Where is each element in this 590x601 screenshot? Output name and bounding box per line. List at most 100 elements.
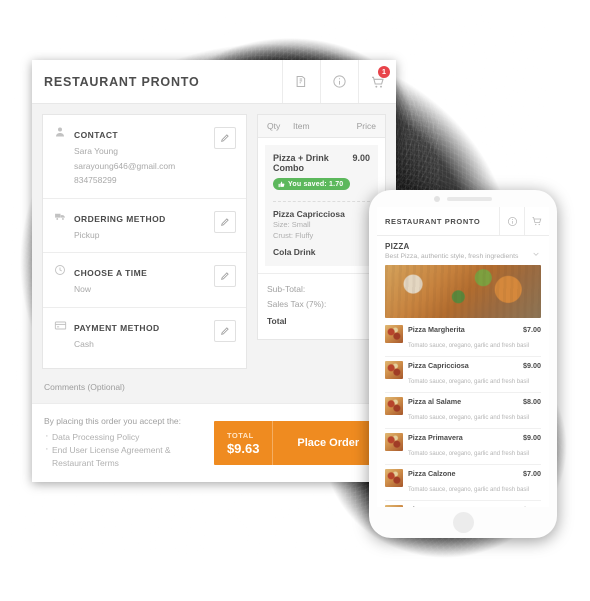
terms-link-eula[interactable]: End User License Agreement & Restaurant … bbox=[44, 443, 214, 470]
pizza-thumbnail bbox=[385, 469, 403, 487]
menu-item-price: $7.00 bbox=[523, 325, 541, 334]
category-title: PIZZA bbox=[385, 242, 410, 251]
menu-item-price: $8.00 bbox=[523, 397, 541, 406]
combo-price: 9.00 bbox=[352, 153, 370, 163]
order-total-label: TOTAL bbox=[226, 430, 254, 440]
cart-badge: 1 bbox=[378, 66, 390, 78]
category-hero-image bbox=[385, 265, 541, 318]
speaker-grille bbox=[447, 196, 492, 201]
edit-time-button[interactable] bbox=[214, 265, 236, 287]
menu-item-name: Pizza Pronto bbox=[408, 505, 451, 507]
desktop-header: RESTAURANT PRONTO 1 bbox=[32, 60, 396, 104]
place-order-button[interactable]: TOTAL $9.63 Place Order bbox=[213, 421, 384, 465]
list-item[interactable]: Pizza Margherita $7.00 Tomato sauce, ore… bbox=[385, 321, 541, 357]
info-title: CONTACT bbox=[74, 130, 119, 140]
phone-screen: RESTAURANT PRONTO PIZZA Best Pizza, auth… bbox=[377, 207, 549, 507]
column-header-item: Item bbox=[293, 121, 310, 131]
info-icon[interactable] bbox=[499, 207, 524, 235]
pizza-thumbnail bbox=[385, 325, 403, 343]
combo-sub-item-option: Crust: Fluffy bbox=[273, 230, 314, 240]
phone-top-bezel bbox=[369, 190, 557, 207]
info-line: Sara Young bbox=[74, 146, 118, 156]
info-line: Cash bbox=[74, 338, 94, 349]
info-title: ORDERING METHOD bbox=[74, 213, 166, 224]
menu-item-price: $7.00 bbox=[523, 469, 541, 478]
tax-row: Sales Tax (7%): bbox=[267, 297, 376, 312]
menu-item-description: Tomato sauce, oregano, garlic and fresh … bbox=[408, 415, 530, 421]
desktop-footer: By placing this order you accept the: Da… bbox=[32, 403, 396, 482]
column-header-price: Price bbox=[356, 121, 376, 131]
subtotal-row: Sub-Total: bbox=[267, 282, 376, 297]
list-item[interactable]: Pizza Primavera $9.00 Tomato sauce, oreg… bbox=[385, 429, 541, 465]
order-item-combo: Pizza + Drink Combo 9.00 You saved: 1.70… bbox=[265, 145, 378, 266]
menu-item-description: Tomato sauce, oregano, garlic and fresh … bbox=[408, 343, 530, 349]
phone-mockup: RESTAURANT PRONTO PIZZA Best Pizza, auth… bbox=[369, 190, 557, 538]
info-line: Pickup bbox=[74, 229, 100, 240]
phone-bottom-bezel bbox=[369, 507, 557, 538]
combo-sub-item-name: Pizza Capricciosa bbox=[273, 208, 345, 219]
pizza-thumbnail bbox=[385, 361, 403, 379]
order-items: Pizza + Drink Combo 9.00 You saved: 1.70… bbox=[258, 138, 385, 273]
comments-field[interactable]: Comments (Optional) bbox=[42, 369, 247, 392]
list-item[interactable]: Pizza Capricciosa $9.00 Tomato sauce, or… bbox=[385, 357, 541, 393]
terms-list: Data Processing Policy End User License … bbox=[44, 430, 214, 470]
order-total-block: TOTAL $9.63 bbox=[214, 421, 273, 465]
cart-icon[interactable] bbox=[524, 207, 549, 235]
phone-category-header[interactable]: PIZZA Best Pizza, authentic style, fresh… bbox=[377, 236, 549, 265]
phone-header: RESTAURANT PRONTO bbox=[377, 207, 549, 236]
pizza-thumbnail bbox=[385, 505, 403, 507]
menu-book-icon[interactable] bbox=[282, 60, 320, 103]
pizza-thumbnail bbox=[385, 397, 403, 415]
list-item[interactable]: Pizza Calzone $7.00 Tomato sauce, oregan… bbox=[385, 465, 541, 501]
terms-block: By placing this order you accept the: Da… bbox=[44, 416, 214, 470]
truck-icon bbox=[52, 210, 68, 223]
info-line: sarayoung646@gmail.com bbox=[74, 160, 176, 171]
menu-item-name: Pizza Primavera bbox=[408, 433, 463, 442]
savings-badge: You saved: 1.70 bbox=[273, 178, 351, 190]
place-order-label: Place Order bbox=[297, 437, 360, 449]
phone-restaurant-name: RESTAURANT PRONTO bbox=[385, 216, 481, 226]
credit-card-icon bbox=[52, 319, 68, 332]
phone-menu-list: Pizza Margherita $7.00 Tomato sauce, ore… bbox=[377, 318, 549, 507]
info-title: CHOOSE A TIME bbox=[74, 268, 148, 278]
info-section-choose-a-time[interactable]: CHOOSE A TIME Now bbox=[43, 253, 246, 308]
menu-item-name: Pizza Calzone bbox=[408, 469, 456, 478]
menu-item-price: $9.00 bbox=[523, 361, 541, 370]
terms-link-data-processing[interactable]: Data Processing Policy bbox=[44, 430, 214, 444]
combo-sub-item-name: Cola Drink bbox=[273, 246, 316, 257]
grand-total-label: Total bbox=[267, 315, 287, 326]
menu-item-description: Tomato sauce, oregano, garlic and fresh … bbox=[408, 451, 530, 457]
menu-item-description: Tomato sauce, oregano, garlic and fresh … bbox=[408, 379, 530, 385]
column-header-qty: Qty bbox=[267, 121, 281, 131]
list-item[interactable]: Pizza Pronto $7.00 Tomato sauce, oregano… bbox=[385, 501, 541, 507]
order-totals: Sub-Total: Sales Tax (7%): Total bbox=[258, 272, 385, 339]
combo-sub-item-option: Size: Small bbox=[273, 219, 311, 229]
grand-total-row: Total bbox=[267, 314, 376, 329]
edit-ordering-method-button[interactable] bbox=[214, 210, 236, 233]
cart-icon[interactable]: 1 bbox=[358, 60, 396, 103]
order-total-value: $9.63 bbox=[226, 440, 260, 456]
combo-name: Pizza + Drink Combo bbox=[273, 153, 329, 173]
desktop-body: CONTACT Sara Young sarayoung646@gmail.co… bbox=[32, 104, 396, 392]
thumbs-up-icon bbox=[278, 181, 285, 187]
info-section-contact[interactable]: CONTACT Sara Young sarayoung646@gmail.co… bbox=[43, 115, 246, 199]
clock-icon bbox=[52, 264, 68, 276]
subtotal-label: Sub-Total: bbox=[267, 283, 306, 294]
info-line: Now bbox=[74, 284, 92, 294]
menu-item-name: Pizza Margherita bbox=[408, 325, 465, 334]
menu-item-name: Pizza Capricciosa bbox=[408, 361, 469, 370]
order-table-header: Qty Item Price bbox=[258, 115, 385, 138]
info-section-payment-method[interactable]: PAYMENT METHOD Cash bbox=[43, 308, 246, 369]
info-icon[interactable] bbox=[320, 60, 358, 103]
edit-payment-button[interactable] bbox=[214, 319, 236, 342]
savings-text: You saved: 1.70 bbox=[288, 180, 344, 188]
chevron-down-icon[interactable] bbox=[532, 245, 540, 263]
customer-info-card: CONTACT Sara Young sarayoung646@gmail.co… bbox=[42, 114, 247, 369]
list-item[interactable]: Pizza al Salame $8.00 Tomato sauce, oreg… bbox=[385, 393, 541, 429]
edit-contact-button[interactable] bbox=[214, 127, 236, 149]
menu-item-price: $9.00 bbox=[523, 433, 541, 442]
menu-item-description: Tomato sauce, oregano, garlic and fresh … bbox=[408, 487, 530, 493]
info-section-ordering-method[interactable]: ORDERING METHOD Pickup bbox=[43, 199, 246, 253]
menu-item-name: Pizza al Salame bbox=[408, 397, 462, 406]
home-button[interactable] bbox=[452, 512, 474, 533]
